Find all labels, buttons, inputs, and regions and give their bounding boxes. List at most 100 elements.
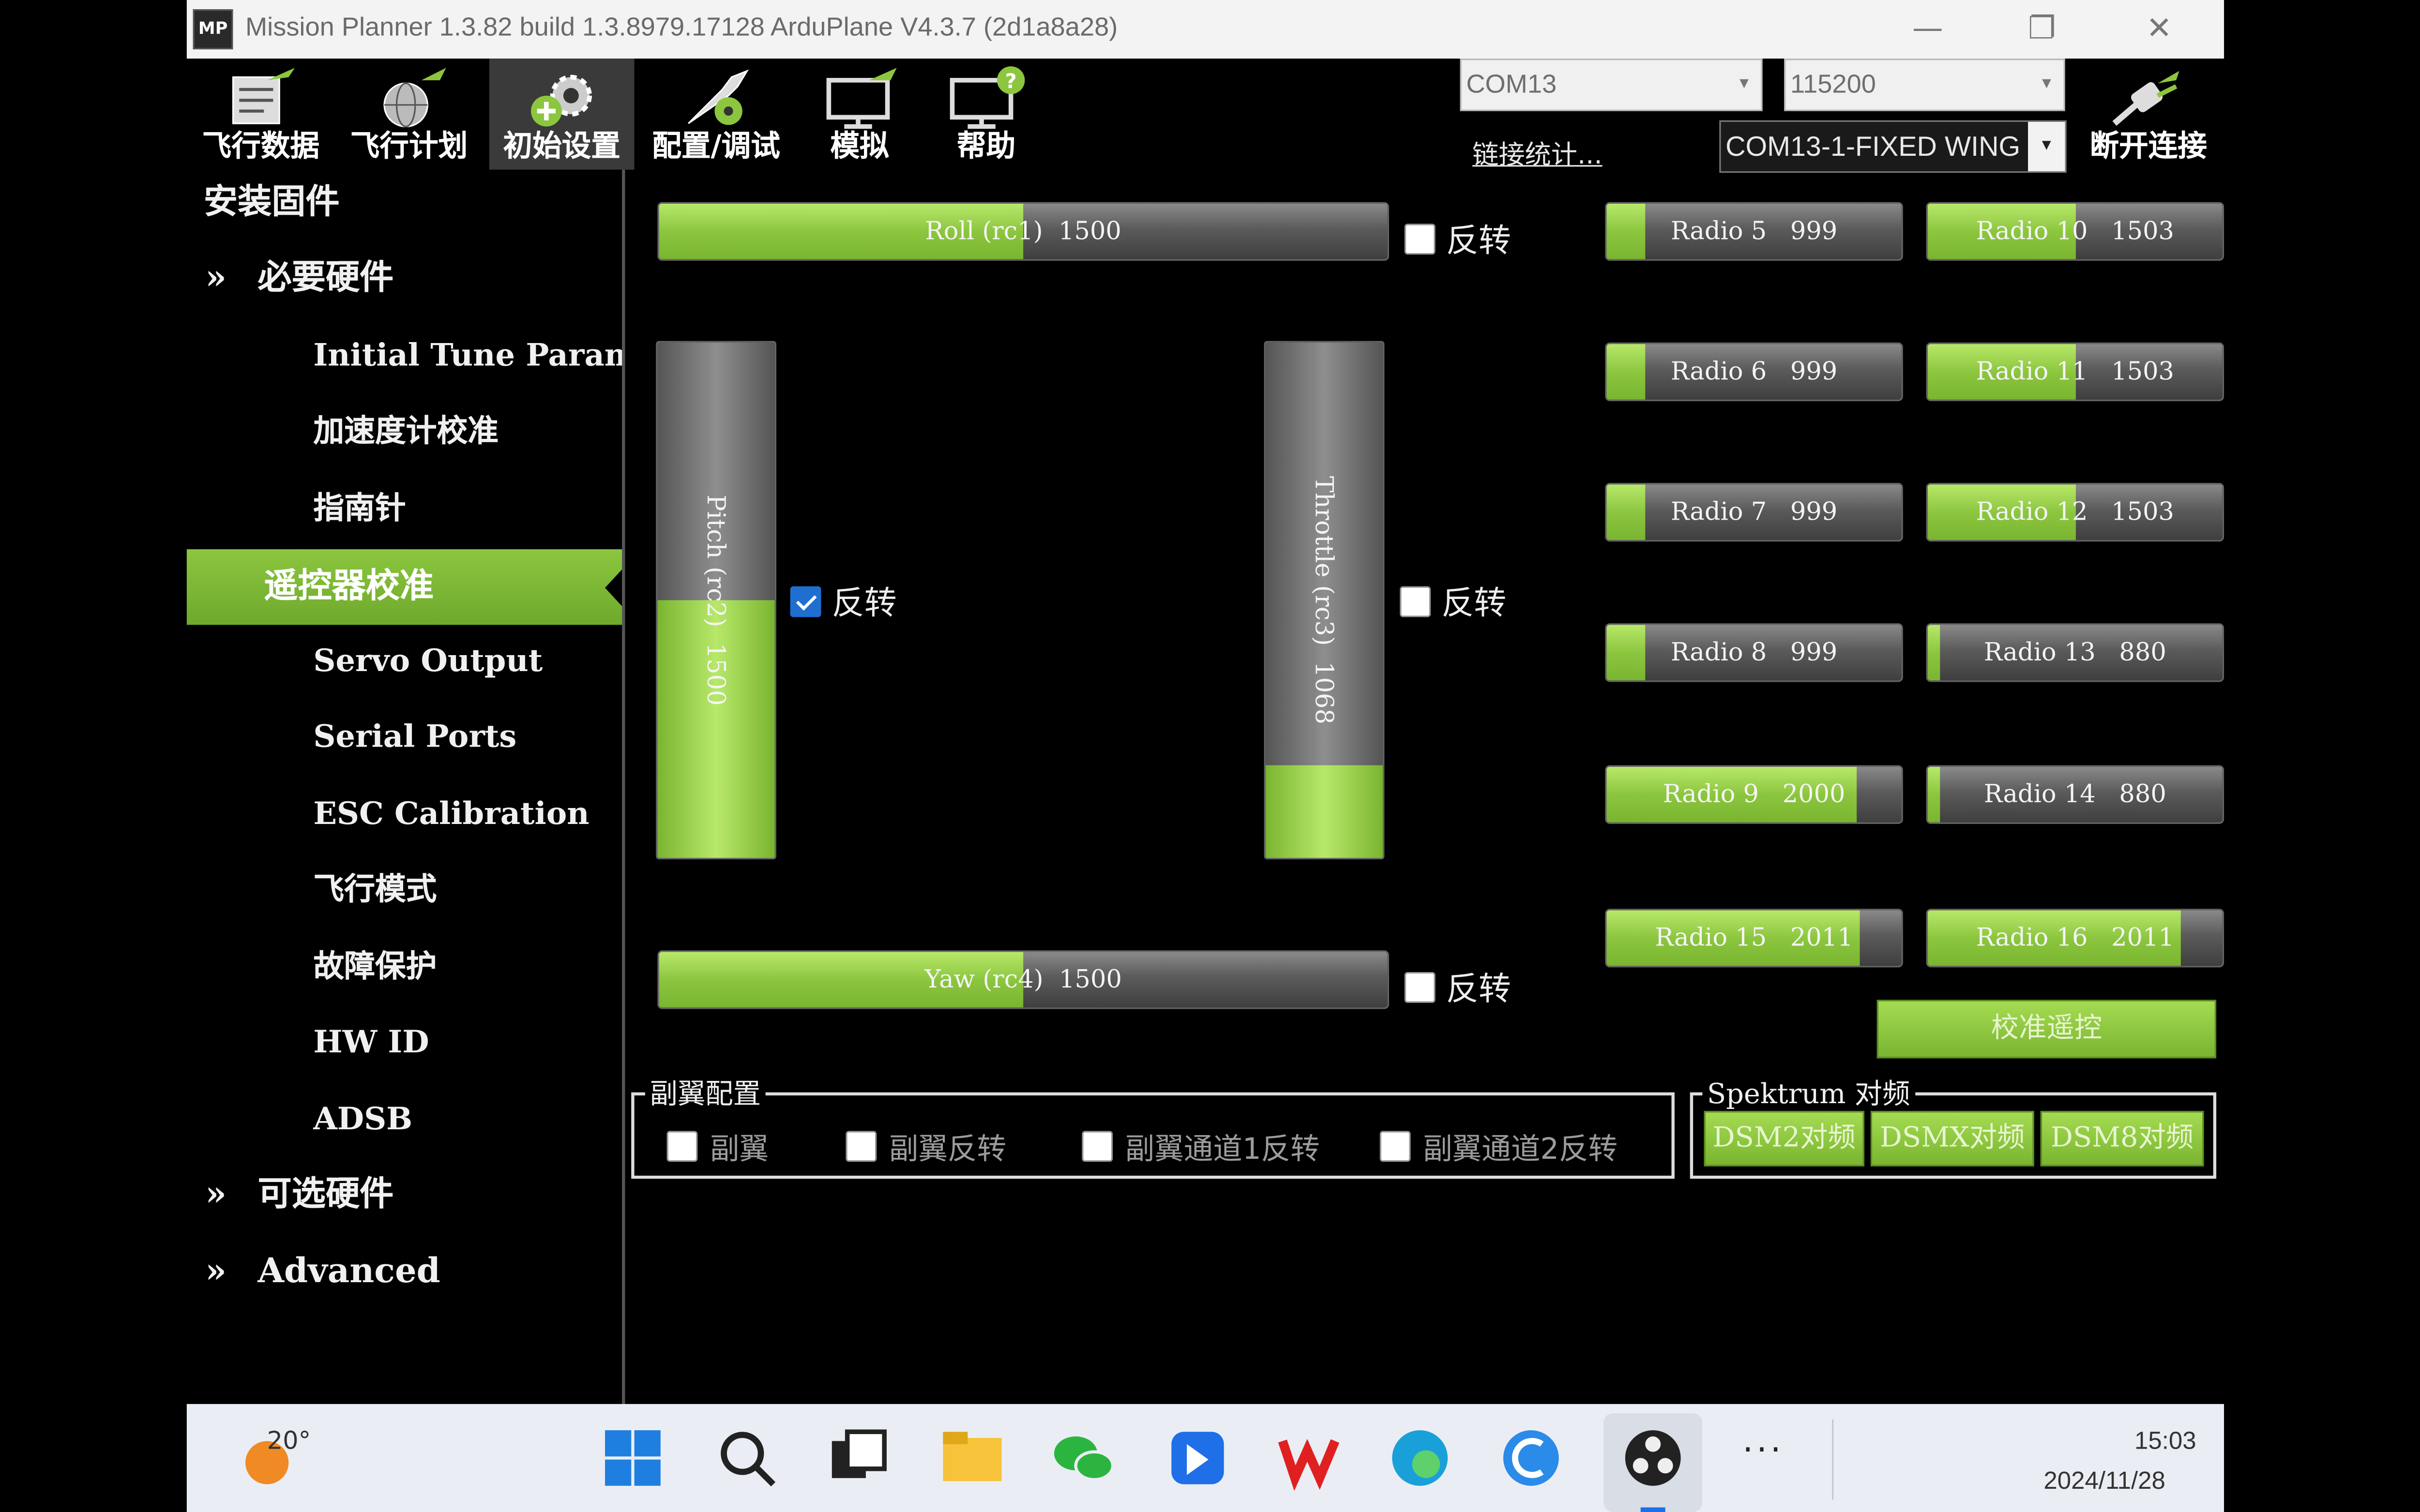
close-icon[interactable]: ✕ (2128, 6, 2190, 53)
dsm8-bind-button[interactable]: DSM8对频 (2040, 1110, 2204, 1167)
radio-13-bar: Radio 13 880 (1926, 623, 2224, 682)
yaw-bar: Yaw (rc4) 1500 (657, 950, 1389, 1009)
file-explorer-icon[interactable] (937, 1422, 1008, 1494)
yaw-bar-label: Yaw (rc4) 1500 (924, 964, 1122, 994)
radio-8-label: Radio 8 999 (1670, 637, 1838, 667)
toolbar-initial-setup-label: 初始设置 (503, 129, 620, 164)
radio-12-bar: Radio 12 1503 (1926, 483, 2224, 542)
chevron-down-icon: ▼ (2039, 75, 2055, 93)
pitch-reverse-label: 反转 (832, 584, 897, 622)
svg-text:?: ? (1005, 70, 1017, 93)
sidebar-item-servo-output[interactable]: Servo Output (187, 625, 623, 696)
sidebar-item-mandatory-hardware[interactable]: » 必要硬件 (187, 242, 623, 314)
sidebar-item-radio-calibration[interactable]: 遥控器校准 (186, 549, 624, 625)
start-menu-icon[interactable] (597, 1422, 668, 1494)
sidebar-item-advanced[interactable]: » Advanced (187, 1236, 623, 1307)
radio-10-bar: Radio 10 1503 (1926, 202, 2224, 261)
window-title: Mission Planner 1.3.82 build 1.3.8979.17… (245, 12, 1118, 42)
task-view-icon[interactable] (823, 1422, 894, 1494)
edge-browser-icon[interactable] (1384, 1422, 1455, 1494)
toolbar-flight-plan[interactable]: 飞行计划 (341, 59, 477, 170)
sidebar-item-optional-hardware[interactable]: » 可选硬件 (187, 1159, 623, 1230)
toolbar-simulation-label: 模拟 (830, 129, 889, 164)
radio-12-label: Radio 12 1503 (1976, 496, 2175, 526)
baud-select[interactable]: 115200 ▼ (1784, 59, 2065, 111)
toolbar-flight-data-label: 飞行数据 (202, 129, 320, 164)
throttle-reverse-checkbox[interactable] (1400, 586, 1431, 617)
wps-icon[interactable] (1273, 1422, 1345, 1494)
obs-studio-icon (1625, 1430, 1681, 1486)
elevon-ch2-reverse-checkbox[interactable] (1379, 1131, 1411, 1162)
sidebar-item-failsafe[interactable]: 故障保护 (187, 930, 623, 1002)
pitch-bar: Pitch (rc2) 1500 (656, 341, 776, 860)
connection-select[interactable]: COM13-1-FIXED WING ▼ (1719, 120, 2067, 173)
elevon-ch1-reverse-checkbox[interactable] (1082, 1131, 1113, 1162)
dsm2-bind-button[interactable]: DSM2对频 (1704, 1110, 1865, 1167)
clock-date[interactable]: 2024/11/28 (1962, 1469, 2165, 1497)
radio-8-bar: Radio 8 999 (1605, 623, 1903, 682)
throttle-bar: Throttle (rc3) 1068 (1264, 341, 1385, 860)
mission-planner-window: MP Mission Planner 1.3.82 build 1.3.8979… (0, 0, 2420, 1512)
toolbar-initial-setup[interactable]: 初始设置 (489, 59, 635, 170)
port-select[interactable]: COM13 ▼ (1460, 59, 1763, 111)
initial-setup-icon (530, 75, 592, 127)
clock-time[interactable]: 15:03 (2008, 1429, 2196, 1456)
app-logo-icon: MP (193, 9, 233, 50)
pitch-reverse-checkbox[interactable] (790, 586, 821, 617)
elevon-ch1-reverse-label: 副翼通道1反转 (1125, 1132, 1320, 1167)
sidebar-item-adsb[interactable]: ADSB (187, 1083, 623, 1154)
link-stats-link[interactable]: 链接统计... (1472, 133, 1603, 171)
sidebar-item-install-firmware[interactable]: 安装固件 (187, 166, 623, 238)
yaw-reverse-checkbox[interactable] (1404, 972, 1436, 1003)
taskbar-active-app[interactable] (1603, 1413, 1703, 1512)
connection-value: COM13-1-FIXED WING (1725, 131, 2021, 162)
toolbar-help[interactable]: ? 帮助 (927, 59, 1044, 170)
roll-reverse-label: 反转 (1446, 222, 1511, 259)
sidebar-item-esc-calibration[interactable]: ESC Calibration (187, 778, 623, 849)
roll-reverse-checkbox[interactable] (1404, 224, 1436, 255)
plug-icon (2112, 71, 2179, 126)
elevon-ch2-reverse-label: 副翼通道2反转 (1423, 1132, 1618, 1167)
toolbar-config-tuning-label: 配置/调试 (652, 129, 780, 164)
radio-14-bar: Radio 14 880 (1926, 765, 2224, 824)
toolbar-simulation[interactable]: 模拟 (801, 59, 918, 170)
search-icon[interactable] (711, 1422, 783, 1494)
spektrum-bind-title: Spektrum 对频 (1702, 1072, 1915, 1113)
setup-sidebar: 安装固件 » 必要硬件 Initial Tune Parameters 加速度计校… (186, 169, 624, 1404)
sidebar-item-flight-modes[interactable]: 飞行模式 (187, 853, 623, 924)
disconnect-button[interactable]: 断开连接 (2079, 59, 2218, 170)
browser-c-icon[interactable] (1496, 1422, 1567, 1494)
active-indicator (1640, 1507, 1665, 1512)
sidebar-item-advanced-label: Advanced (257, 1251, 440, 1292)
toolbar-flight-data[interactable]: 飞行数据 (193, 59, 329, 170)
radio-11-label: Radio 11 1503 (1976, 356, 2175, 386)
toolbar-config-tuning[interactable]: 配置/调试 (644, 59, 789, 170)
sidebar-item-accel-calibration[interactable]: 加速度计校准 (187, 395, 623, 466)
elevon-checkbox[interactable] (666, 1131, 698, 1162)
radio-15-bar: Radio 15 2011 (1605, 909, 1903, 968)
main-toolbar: 飞行数据 飞行计划 初始设置 配置/调试 模拟 ? 帮助 COM13 ▼ 115… (186, 59, 2224, 173)
radio-16-bar: Radio 16 2011 (1926, 909, 2224, 968)
elevon-label: 副翼 (710, 1132, 769, 1167)
sidebar-item-serial-ports[interactable]: Serial Ports (187, 701, 623, 772)
elevon-reverse-checkbox[interactable] (846, 1131, 877, 1162)
dsmx-bind-button[interactable]: DSMX对频 (1870, 1110, 2034, 1167)
double-chevron-icon: » (205, 1251, 227, 1292)
elevon-reverse-label: 副翼反转 (889, 1132, 1007, 1167)
sidebar-item-compass[interactable]: 指南针 (187, 472, 623, 543)
more-apps-icon[interactable]: ··· (1742, 1432, 1784, 1470)
radio-7-bar: Radio 7 999 (1605, 483, 1903, 542)
feishu-icon[interactable] (1162, 1422, 1233, 1494)
sidebar-item-hw-id[interactable]: HW ID (187, 1006, 623, 1077)
calibrate-radio-button[interactable]: 校准遥控 (1876, 1000, 2217, 1059)
minimize-icon[interactable]: — (1897, 6, 1959, 53)
wechat-icon[interactable] (1048, 1422, 1119, 1494)
help-icon: ? (950, 66, 1025, 129)
throttle-bar-fill (1265, 765, 1383, 858)
taskbar-divider (1832, 1419, 1834, 1500)
double-chevron-icon: » (205, 257, 227, 298)
sidebar-item-initial-tune-params[interactable]: Initial Tune Parameters (187, 319, 623, 390)
restore-icon[interactable]: ❐ (2011, 6, 2073, 53)
sidebar-item-optional-hardware-label: 可选硬件 (257, 1174, 394, 1214)
weather-temp: 20° (267, 1425, 311, 1455)
